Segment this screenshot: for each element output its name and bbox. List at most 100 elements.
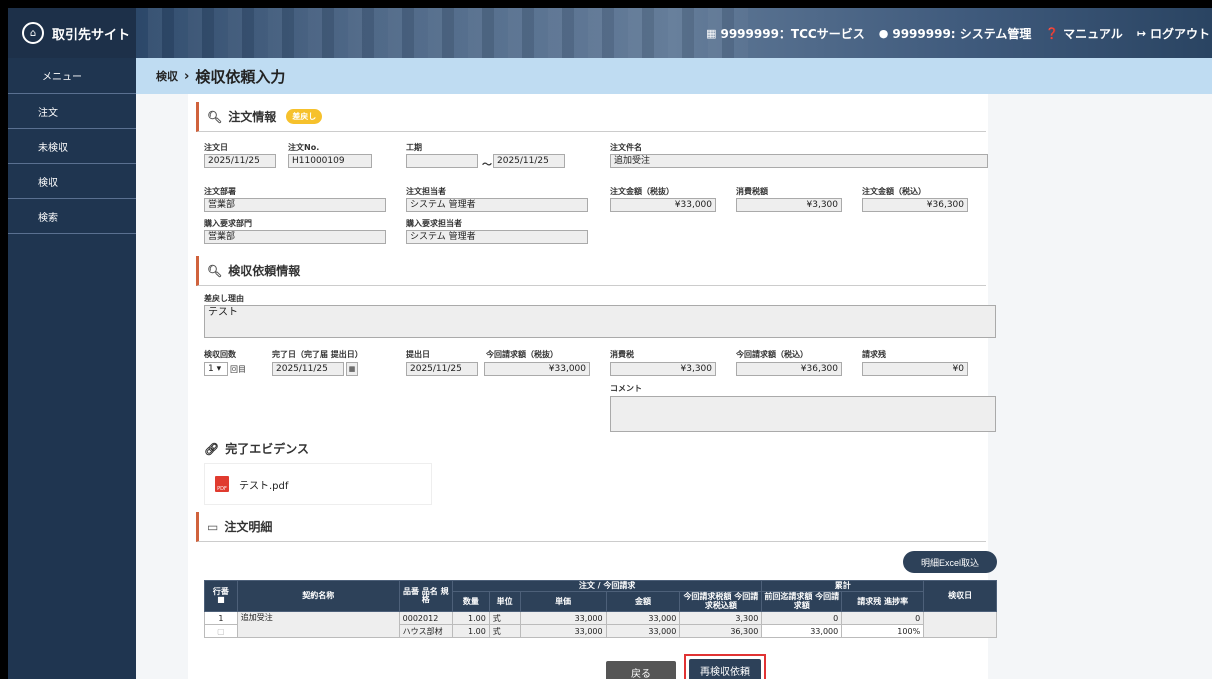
checkbox-icon[interactable]: ■ bbox=[217, 595, 225, 604]
tax-field: ¥3,300 bbox=[736, 198, 842, 212]
reason-textarea[interactable]: テスト bbox=[204, 305, 996, 338]
remain-2: 100% bbox=[841, 624, 925, 639]
header: ⌂ 取引先サイト ▦ 9999999：TCCサービス ● 9999999: シス… bbox=[8, 8, 1212, 58]
header-banner bbox=[148, 8, 748, 58]
amount-ex-label: 注文金額（税抜） bbox=[610, 187, 674, 196]
person-label: 注文担当者 bbox=[406, 187, 446, 196]
req-in-label: 今回請求額（税込） bbox=[736, 350, 808, 359]
pdf-icon: PDF bbox=[215, 476, 229, 492]
col-remain: 請求残 進捗率 bbox=[841, 591, 925, 613]
col-prev: 前回迄請求額 今回請求額 bbox=[761, 591, 843, 613]
comment-label: コメント bbox=[610, 384, 642, 393]
prev-1: 0 bbox=[761, 611, 843, 626]
search-icon: 🔍︎ bbox=[207, 109, 223, 124]
details-table: 行番 ■ 契約名称 品番 品名 規格 注文 / 今回請求 累計 検収日 数量 単位… bbox=[204, 579, 997, 639]
brand[interactable]: ⌂ 取引先サイト bbox=[8, 8, 136, 58]
user-info: ● 9999999: システム管理 bbox=[879, 25, 1032, 42]
comment-textarea[interactable] bbox=[610, 396, 996, 432]
calendar-icon[interactable]: ▦ bbox=[346, 362, 358, 376]
tax-2: 36,300 bbox=[679, 624, 763, 639]
brand-title: 取引先サイト bbox=[52, 27, 131, 43]
order-date-label: 注文日 bbox=[204, 143, 228, 152]
evidence-file-name[interactable]: テスト.pdf bbox=[239, 477, 288, 492]
row-checkbox[interactable]: ▢ bbox=[204, 624, 238, 639]
count-value: 1 bbox=[208, 364, 214, 374]
sidebar: メニュー 注文 未検収 検収 検索 bbox=[8, 58, 136, 679]
count-label: 検収回数 bbox=[204, 350, 236, 359]
evidence-file[interactable]: PDF テスト.pdf bbox=[204, 463, 432, 505]
col-cur-tax: 今回請求税額 今回請求税込額 bbox=[679, 591, 763, 613]
price-1: 33,000 bbox=[519, 611, 607, 626]
col-price: 単価 bbox=[519, 591, 607, 613]
logout-link[interactable]: ↦ ログアウト bbox=[1137, 25, 1210, 42]
content-area: 🔍︎ 注文情報 差戻し 注文日 2025/11/25 注文No. H110001… bbox=[136, 94, 1212, 679]
window-icon: ▭ bbox=[207, 519, 219, 534]
item-code: 0002012 bbox=[398, 611, 453, 626]
details-header: ▭ 注文明細 bbox=[196, 512, 986, 542]
manual-link[interactable]: ❓ マニュアル bbox=[1045, 25, 1122, 42]
breadcrumb-parent[interactable]: 検収 bbox=[156, 68, 178, 84]
req-ex-label: 今回請求額（税抜） bbox=[486, 350, 558, 359]
count-suffix: 回目 bbox=[230, 365, 246, 374]
col-inspect-date: 検収日 bbox=[923, 579, 997, 613]
period-to-field: 2025/11/25 bbox=[493, 154, 565, 168]
col-group-total: 累計 bbox=[761, 579, 925, 593]
col-group-order: 注文 / 今回請求 bbox=[451, 579, 763, 593]
company-text: 9999999：TCCサービス bbox=[720, 26, 865, 41]
manual-text: マニュアル bbox=[1063, 26, 1123, 41]
submit-date-label: 提出日 bbox=[406, 350, 430, 359]
sidebar-item-uninspected[interactable]: 未検収 bbox=[8, 129, 136, 164]
order-no-label: 注文No. bbox=[288, 143, 320, 152]
inspection-header: 🔍︎ 検収依頼情報 bbox=[196, 256, 986, 286]
sidebar-item-menu[interactable]: メニュー bbox=[8, 58, 136, 94]
remain-field: ¥0 bbox=[862, 362, 968, 376]
evidence-header: 🔗︎ 完了エビデンス bbox=[204, 440, 309, 457]
user-text: 9999999: システム管理 bbox=[892, 26, 1032, 41]
row-no: 1 bbox=[204, 611, 238, 626]
logout-text: ログアウト bbox=[1149, 26, 1210, 41]
insp-tax-label: 消費税 bbox=[610, 350, 634, 359]
order-info-title: 注文情報 bbox=[228, 110, 277, 124]
unit-2: 式 bbox=[488, 624, 521, 639]
breadcrumb-separator: › bbox=[184, 68, 190, 84]
col-qty: 数量 bbox=[451, 591, 490, 613]
unit-1: 式 bbox=[488, 611, 521, 626]
dept-label: 注文部署 bbox=[204, 187, 236, 196]
table-row: 1 追加受注 0002012 1.00 式 33,000 33,000 3,30… bbox=[204, 611, 997, 639]
order-name-label: 注文件名 bbox=[610, 143, 642, 152]
resubmit-button[interactable]: 再検収依頼 bbox=[689, 659, 761, 679]
req-person-label: 購入要求担当者 bbox=[406, 219, 462, 228]
col-amount: 金額 bbox=[605, 591, 681, 613]
amount-ex-field: ¥33,000 bbox=[610, 198, 716, 212]
person-field: システム 管理者 bbox=[406, 198, 588, 212]
sidebar-item-order[interactable]: 注文 bbox=[8, 94, 136, 129]
prev-2: 33,000 bbox=[761, 624, 843, 639]
search-icon: 🔍︎ bbox=[207, 263, 223, 278]
req-dept-label: 購入要求部門 bbox=[204, 219, 252, 228]
period-tilde: ～ bbox=[482, 160, 492, 171]
tax-1: 3,300 bbox=[679, 611, 763, 626]
logo-icon: ⌂ bbox=[22, 22, 44, 44]
qty-2: 1.00 bbox=[451, 624, 490, 639]
details-title: 注文明細 bbox=[224, 520, 273, 534]
excel-import-button[interactable]: 明細Excel取込 bbox=[903, 551, 997, 573]
amount-in-label: 注文金額（税込） bbox=[862, 187, 926, 196]
req-dept-field: 営業部 bbox=[204, 230, 386, 244]
help-icon: ❓ bbox=[1045, 26, 1060, 40]
inspection-title: 検収依頼情報 bbox=[228, 264, 301, 278]
sidebar-item-inspection[interactable]: 検収 bbox=[8, 164, 136, 199]
user-icon: ● bbox=[878, 26, 889, 40]
contract-name: 追加受注 bbox=[236, 611, 400, 639]
remain-label: 請求残 bbox=[862, 350, 886, 359]
done-date-field[interactable]: 2025/11/25 bbox=[272, 362, 344, 376]
sidebar-item-search[interactable]: 検索 bbox=[8, 199, 136, 234]
remain-1: 0 bbox=[841, 611, 925, 626]
back-button[interactable]: 戻る bbox=[606, 661, 676, 679]
req-in-field: ¥36,300 bbox=[736, 362, 842, 376]
inspect-date-cell bbox=[923, 611, 997, 639]
company-info: ▦ 9999999：TCCサービス bbox=[706, 25, 865, 42]
header-nav: ▦ 9999999：TCCサービス ● 9999999: システム管理 ❓ マニ… bbox=[706, 8, 1212, 58]
count-select[interactable]: 1 ▾ bbox=[204, 362, 228, 376]
order-date-field: 2025/11/25 bbox=[204, 154, 276, 168]
col-contract: 契約名称 bbox=[236, 579, 400, 613]
